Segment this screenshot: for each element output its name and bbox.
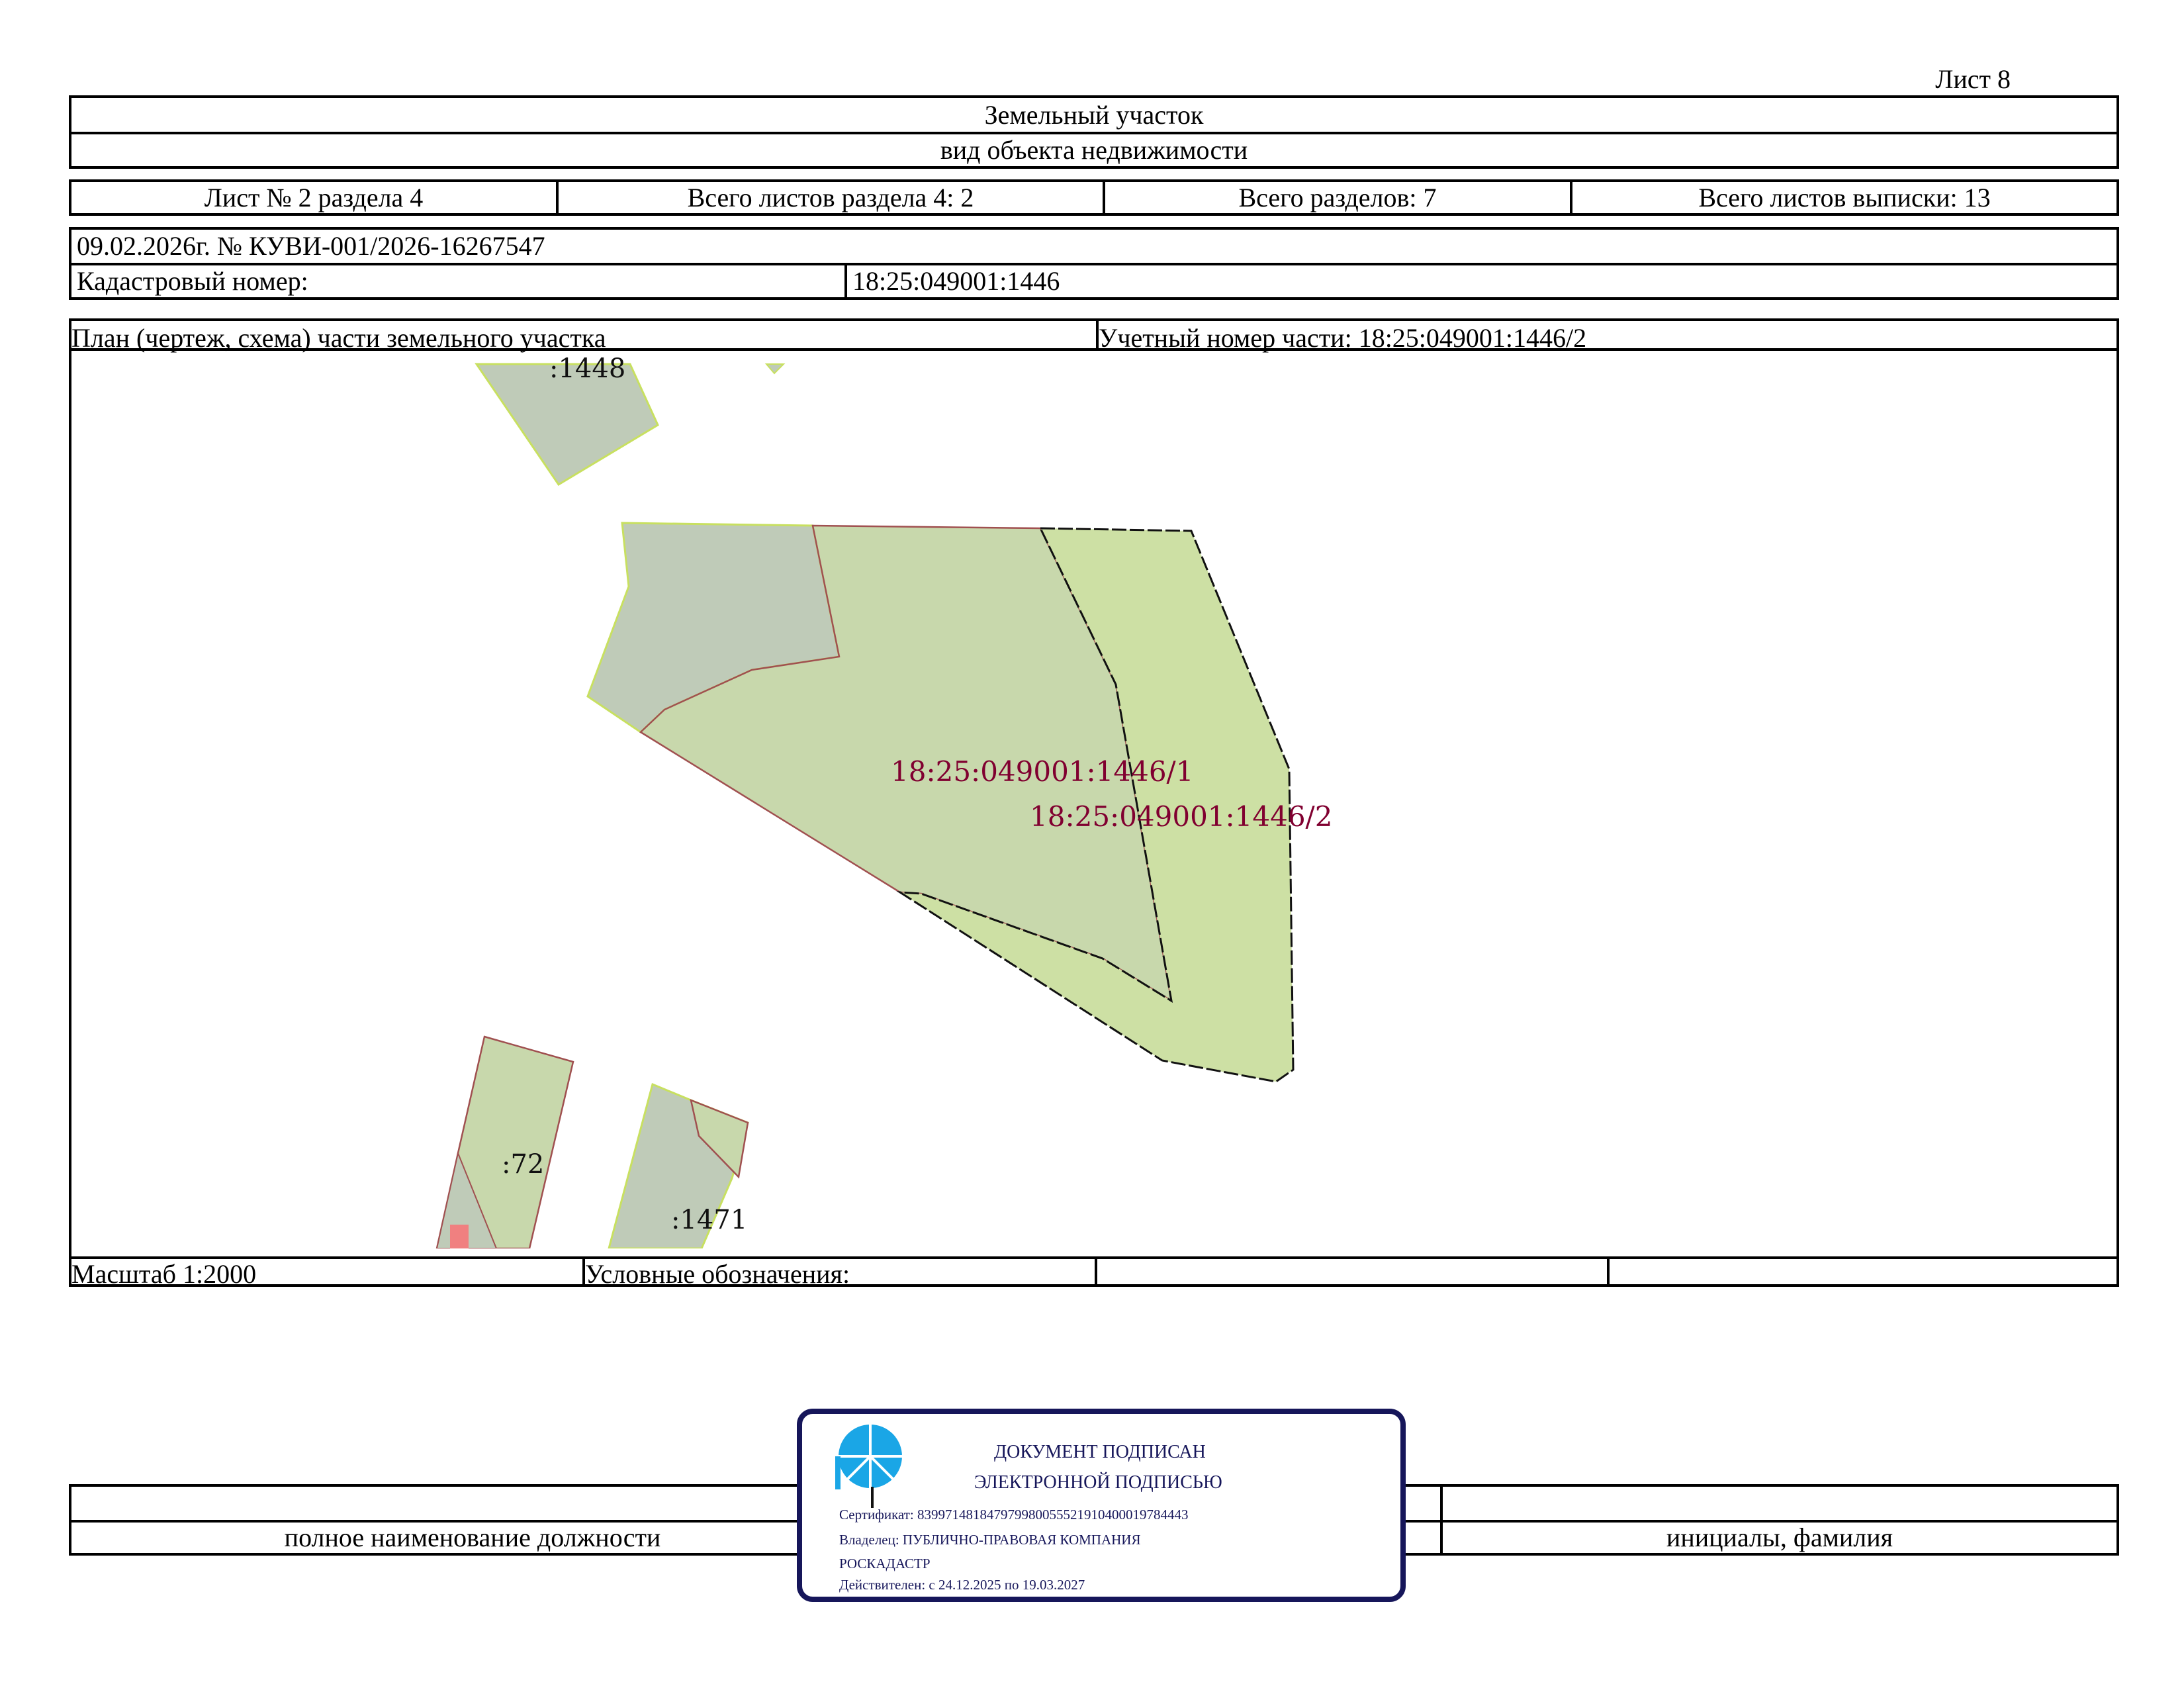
position-caption: полное наименование должности <box>284 1523 661 1552</box>
label-part-1: 18:25:049001:1446/1 <box>891 755 1193 788</box>
stamp-owner: Владелец: ПУБЛИЧНО-ПРАВОВАЯ КОМПАНИЯ <box>839 1532 1141 1548</box>
label-1448: :1448 <box>549 353 625 384</box>
cadastral-map: :1448 :72 :1471 18:25:049001:1446/1 18:2… <box>435 353 1332 1248</box>
cadastral-label: Кадастровый номер: <box>77 266 308 296</box>
stamp-line1: ДОКУМЕНТ ПОДПИСАН <box>994 1442 1206 1462</box>
logo-tick <box>871 1487 874 1508</box>
divider <box>1095 1256 1097 1284</box>
divider <box>71 263 2116 265</box>
signature-stamp: ДОКУМЕНТ ПОДПИСАН ЭЛЕКТРОННОЙ ПОДПИСЬЮ С… <box>797 1409 1406 1602</box>
total-sheets-section: Всего листов раздела 4: 2 <box>687 182 974 212</box>
label-72: :72 <box>502 1149 544 1180</box>
red-mark <box>450 1225 469 1248</box>
object-type-caption: вид объекта недвижимости <box>940 135 1248 165</box>
sheet-of-section: Лист № 2 раздела 4 <box>204 182 424 212</box>
cadastral-value: 18:25:049001:1446 <box>852 266 1060 296</box>
total-sections: Всего разделов: 7 <box>1238 182 1437 212</box>
divider <box>71 1256 2116 1259</box>
stamp-valid: Действителен: с 24.12.2025 по 19.03.2027 <box>839 1577 1085 1593</box>
object-type: Земельный участок <box>984 99 1204 130</box>
divider <box>1607 1256 1610 1284</box>
label-part-2: 18:25:049001:1446/2 <box>1030 800 1332 833</box>
roskadastr-logo <box>835 1425 903 1489</box>
plan-title: План (чертеж, схема) части земельного уч… <box>71 323 606 353</box>
initials-caption: инициалы, фамилия <box>1666 1523 1893 1552</box>
plan-frame: План (чертеж, схема) части земельного уч… <box>69 318 2119 1289</box>
sheet-label: Лист 8 <box>1935 64 2011 94</box>
sheet-info-row: Лист № 2 раздела 4 Всего листов раздела … <box>69 179 2119 216</box>
scale-label: Масштаб 1:2000 <box>71 1259 257 1289</box>
document-info: 09.02.2026г. № КУВИ-001/2026-16267547 Ка… <box>69 227 2119 300</box>
parcel-fragment <box>764 363 786 375</box>
stamp-line2: ЭЛЕКТРОННОЙ ПОДПИСЬЮ <box>974 1472 1222 1493</box>
label-1471: :1471 <box>671 1205 747 1235</box>
part-number: Учетный номер части: 18:25:049001:1446/2 <box>1099 323 1587 353</box>
stamp-owner-2: РОСКАДАСТР <box>839 1556 931 1571</box>
date-number: 09.02.2026г. № КУВИ-001/2026-16267547 <box>77 231 545 261</box>
total-sheets-extract: Всего листов выписки: 13 <box>1698 182 1991 212</box>
header-table: Земельный участок вид объекта недвижимос… <box>69 95 2119 169</box>
stamp-certificate: Сертификат: 8399714818479799800555219104… <box>839 1507 1189 1523</box>
legend-label: Условные обозначения: <box>585 1259 850 1289</box>
